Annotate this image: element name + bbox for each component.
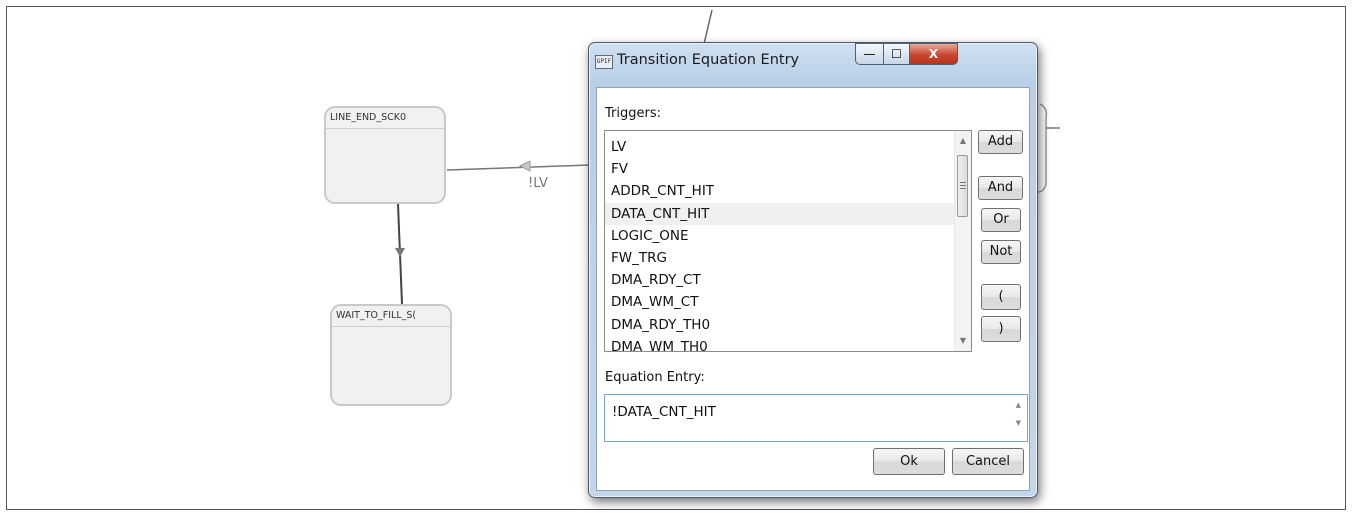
state-title: LINE_END_SCK0 [326, 108, 444, 129]
maximize-button[interactable]: ☐ [883, 43, 910, 65]
wire-top [703, 9, 713, 45]
list-item[interactable]: ADDR_CNT_HIT [605, 180, 971, 202]
triggers-scrollbar[interactable]: ▲ ▼ [954, 131, 971, 351]
scroll-thumb[interactable] [957, 155, 968, 217]
wire-right-loop [1037, 103, 1048, 193]
list-item[interactable]: LV [605, 136, 971, 158]
wire-linend-right [446, 164, 591, 171]
state-node-wait-to-fill[interactable]: WAIT_TO_FILL_S( [330, 304, 452, 406]
ok-button[interactable]: Ok [873, 448, 945, 475]
close-button[interactable]: X [909, 43, 958, 65]
triggers-list[interactable]: LV FV ADDR_CNT_HIT DATA_CNT_HIT LOGIC_ON… [604, 130, 972, 352]
app-icon: GPIF [595, 55, 613, 69]
grip-line [960, 182, 966, 183]
list-item[interactable]: DMA_RDY_CT [605, 269, 971, 291]
list-item[interactable]: DMA_RDY_TH0 [605, 314, 971, 336]
state-node-line-end[interactable]: LINE_END_SCK0 [324, 106, 446, 204]
list-item-selected[interactable]: DATA_CNT_HIT [605, 202, 971, 225]
equation-entry-label: Equation Entry: [605, 370, 705, 385]
list-item[interactable]: LOGIC_ONE [605, 225, 971, 247]
scroll-down-arrow-icon[interactable]: ▼ [955, 333, 971, 349]
close-paren-button[interactable]: ) [981, 316, 1021, 342]
list-item[interactable]: FV [605, 158, 971, 180]
wire-arrowhead-left [518, 160, 531, 172]
transition-label[interactable]: !LV [528, 176, 548, 191]
open-paren-button[interactable]: ( [981, 284, 1021, 310]
list-item[interactable]: FW_TRG [605, 247, 971, 269]
minimize-button[interactable]: — [855, 43, 884, 65]
add-button[interactable]: Add [978, 130, 1023, 154]
scroll-up-arrow-icon[interactable]: ▲ [955, 133, 971, 149]
spin-down-icon[interactable]: ▼ [1016, 419, 1021, 427]
grip-line [960, 188, 966, 189]
or-button[interactable]: Or [981, 208, 1021, 232]
triggers-label: Triggers: [605, 106, 661, 121]
list-item[interactable]: DMA_WM_TH0 [605, 336, 971, 351]
state-title: WAIT_TO_FILL_S( [332, 306, 450, 327]
equation-entry-value: !DATA_CNT_HIT [612, 404, 716, 420]
dialog-client-area: Triggers: LV FV ADDR_CNT_HIT DATA_CNT_HI… [596, 87, 1030, 491]
wire-arrowhead-down [395, 248, 405, 257]
dialog-titlebar[interactable]: GPIF Transition Equation Entry — ☐ X [589, 43, 1037, 83]
not-button[interactable]: Not [981, 240, 1021, 264]
spin-up-icon[interactable]: ▲ [1016, 401, 1021, 409]
transition-equation-dialog: GPIF Transition Equation Entry — ☐ X Tri… [588, 42, 1038, 498]
equation-entry-field[interactable]: !DATA_CNT_HIT ▲ ▼ [604, 394, 1028, 442]
dialog-title: Transition Equation Entry [617, 52, 800, 68]
and-button[interactable]: And [978, 176, 1023, 200]
cancel-button[interactable]: Cancel [952, 448, 1024, 475]
list-item[interactable]: DMA_WM_CT [605, 291, 971, 313]
grip-line [960, 185, 966, 186]
